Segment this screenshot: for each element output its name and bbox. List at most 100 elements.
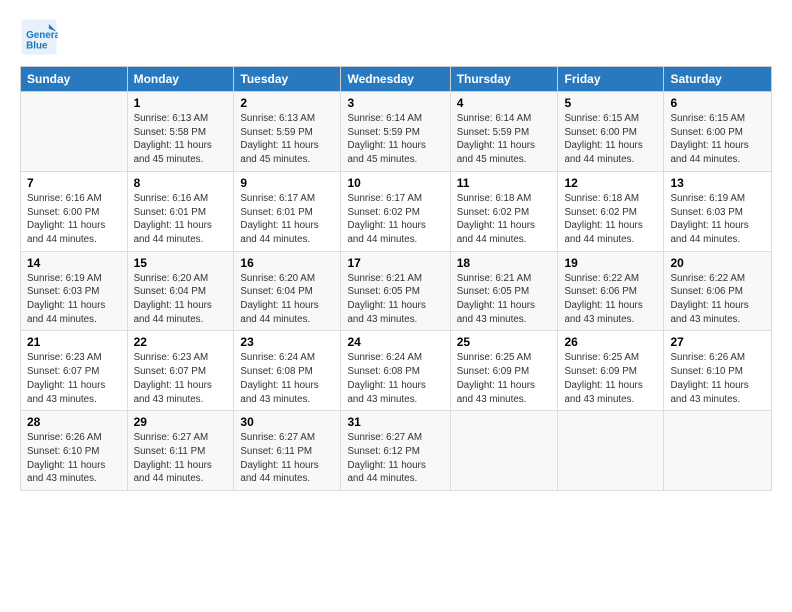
day-info: Sunrise: 6:20 AM Sunset: 6:04 PM Dayligh… [134, 272, 228, 327]
svg-text:Blue: Blue [26, 40, 48, 51]
logo: General Blue [20, 18, 62, 56]
weekday-header-wednesday: Wednesday [341, 67, 450, 92]
day-number: 22 [134, 335, 228, 349]
day-info: Sunrise: 6:16 AM Sunset: 6:00 PM Dayligh… [27, 192, 121, 247]
day-number: 23 [240, 335, 334, 349]
weekday-header-monday: Monday [127, 67, 234, 92]
calendar-cell: 15Sunrise: 6:20 AM Sunset: 6:04 PM Dayli… [127, 251, 234, 331]
day-info: Sunrise: 6:15 AM Sunset: 6:00 PM Dayligh… [670, 112, 765, 167]
week-row-1: 1 Sunrise: 6:13 AM Sunset: 5:58 PM Daylig… [21, 92, 772, 172]
day-info: Sunrise: 6:27 AM Sunset: 6:12 PM Dayligh… [347, 431, 443, 486]
day-number: 5 [564, 96, 657, 110]
day-info: Sunrise: 6:17 AM Sunset: 6:02 PM Dayligh… [347, 192, 443, 247]
day-info: Sunrise: 6:19 AM Sunset: 6:03 PM Dayligh… [670, 192, 765, 247]
calendar-cell [558, 411, 664, 491]
day-number: 26 [564, 335, 657, 349]
calendar-cell: 12 Sunrise: 6:18 AM Sunset: 6:02 PM Dayli… [558, 171, 664, 251]
day-number: 13 [670, 176, 765, 190]
day-info: Sunrise: 6:19 AM Sunset: 6:03 PM Dayligh… [27, 272, 121, 327]
day-number: 29 [134, 415, 228, 429]
day-info: Sunrise: 6:25 AM Sunset: 6:09 PM Dayligh… [564, 351, 657, 406]
day-info: Sunrise: 6:26 AM Sunset: 6:10 PM Dayligh… [670, 351, 765, 406]
calendar-cell: 17Sunrise: 6:21 AM Sunset: 6:05 PM Dayli… [341, 251, 450, 331]
calendar-cell: 8 Sunrise: 6:16 AM Sunset: 6:01 PM Daylig… [127, 171, 234, 251]
day-info: Sunrise: 6:20 AM Sunset: 6:04 PM Dayligh… [240, 272, 334, 327]
calendar-cell [664, 411, 772, 491]
calendar-cell: 16 Sunrise: 6:20 AM Sunset: 6:04 PM Dayli… [234, 251, 341, 331]
calendar-cell: 28Sunrise: 6:26 AM Sunset: 6:10 PM Dayli… [21, 411, 128, 491]
calendar-cell: 29 Sunrise: 6:27 AM Sunset: 6:11 PM Dayli… [127, 411, 234, 491]
calendar-cell: 13 Sunrise: 6:19 AM Sunset: 6:03 PM Dayli… [664, 171, 772, 251]
week-row-3: 14 Sunrise: 6:19 AM Sunset: 6:03 PM Dayli… [21, 251, 772, 331]
page-header: General Blue [20, 18, 772, 56]
calendar-table: SundayMondayTuesdayWednesdayThursdayFrid… [20, 66, 772, 491]
day-number: 31 [347, 415, 443, 429]
calendar-cell: 31 Sunrise: 6:27 AM Sunset: 6:12 PM Dayli… [341, 411, 450, 491]
day-number: 9 [240, 176, 334, 190]
calendar-cell: 26 Sunrise: 6:25 AM Sunset: 6:09 PM Dayli… [558, 331, 664, 411]
day-info: Sunrise: 6:21 AM Sunset: 6:05 PM Dayligh… [457, 272, 552, 327]
day-info: Sunrise: 6:23 AM Sunset: 6:07 PM Dayligh… [134, 351, 228, 406]
calendar-cell: 9 Sunrise: 6:17 AM Sunset: 6:01 PM Daylig… [234, 171, 341, 251]
day-number: 8 [134, 176, 228, 190]
day-info: Sunrise: 6:23 AM Sunset: 6:07 PM Dayligh… [27, 351, 121, 406]
day-number: 27 [670, 335, 765, 349]
calendar-cell: 14 Sunrise: 6:19 AM Sunset: 6:03 PM Dayli… [21, 251, 128, 331]
day-number: 3 [347, 96, 443, 110]
day-info: Sunrise: 6:14 AM Sunset: 5:59 PM Dayligh… [347, 112, 443, 167]
day-info: Sunrise: 6:22 AM Sunset: 6:06 PM Dayligh… [670, 272, 765, 327]
svg-text:General: General [26, 30, 58, 41]
day-info: Sunrise: 6:21 AM Sunset: 6:05 PM Dayligh… [347, 272, 443, 327]
calendar-cell: 2Sunrise: 6:13 AM Sunset: 5:59 PM Daylig… [234, 92, 341, 172]
day-info: Sunrise: 6:25 AM Sunset: 6:09 PM Dayligh… [457, 351, 552, 406]
calendar-cell: 4 Sunrise: 6:14 AM Sunset: 5:59 PM Daylig… [450, 92, 558, 172]
calendar-cell: 22 Sunrise: 6:23 AM Sunset: 6:07 PM Dayli… [127, 331, 234, 411]
calendar-cell: 25Sunrise: 6:25 AM Sunset: 6:09 PM Dayli… [450, 331, 558, 411]
calendar-cell [450, 411, 558, 491]
calendar-cell: 24 Sunrise: 6:24 AM Sunset: 6:08 PM Dayli… [341, 331, 450, 411]
day-number: 4 [457, 96, 552, 110]
day-number: 1 [134, 96, 228, 110]
day-info: Sunrise: 6:13 AM Sunset: 5:58 PM Dayligh… [134, 112, 228, 167]
day-info: Sunrise: 6:24 AM Sunset: 6:08 PM Dayligh… [347, 351, 443, 406]
week-row-2: 7Sunrise: 6:16 AM Sunset: 6:00 PM Daylig… [21, 171, 772, 251]
calendar-cell: 30 Sunrise: 6:27 AM Sunset: 6:11 PM Dayli… [234, 411, 341, 491]
weekday-header-thursday: Thursday [450, 67, 558, 92]
calendar-cell: 23 Sunrise: 6:24 AM Sunset: 6:08 PM Dayli… [234, 331, 341, 411]
calendar-cell: 11 Sunrise: 6:18 AM Sunset: 6:02 PM Dayli… [450, 171, 558, 251]
weekday-header-sunday: Sunday [21, 67, 128, 92]
logo-icon: General Blue [20, 18, 58, 56]
week-row-5: 28Sunrise: 6:26 AM Sunset: 6:10 PM Dayli… [21, 411, 772, 491]
day-info: Sunrise: 6:16 AM Sunset: 6:01 PM Dayligh… [134, 192, 228, 247]
day-info: Sunrise: 6:14 AM Sunset: 5:59 PM Dayligh… [457, 112, 552, 167]
day-number: 10 [347, 176, 443, 190]
day-number: 12 [564, 176, 657, 190]
day-number: 18 [457, 256, 552, 270]
weekday-header-tuesday: Tuesday [234, 67, 341, 92]
weekday-header-saturday: Saturday [664, 67, 772, 92]
calendar-cell: 5 Sunrise: 6:15 AM Sunset: 6:00 PM Daylig… [558, 92, 664, 172]
day-info: Sunrise: 6:18 AM Sunset: 6:02 PM Dayligh… [457, 192, 552, 247]
day-number: 30 [240, 415, 334, 429]
week-row-4: 21 Sunrise: 6:23 AM Sunset: 6:07 PM Dayli… [21, 331, 772, 411]
page-container: General Blue SundayMondayTuesdayWednesda… [0, 0, 792, 501]
day-info: Sunrise: 6:15 AM Sunset: 6:00 PM Dayligh… [564, 112, 657, 167]
day-info: Sunrise: 6:17 AM Sunset: 6:01 PM Dayligh… [240, 192, 334, 247]
day-number: 16 [240, 256, 334, 270]
calendar-cell: 21 Sunrise: 6:23 AM Sunset: 6:07 PM Dayli… [21, 331, 128, 411]
calendar-cell: 7Sunrise: 6:16 AM Sunset: 6:00 PM Daylig… [21, 171, 128, 251]
calendar-cell: 1 Sunrise: 6:13 AM Sunset: 5:58 PM Daylig… [127, 92, 234, 172]
day-info: Sunrise: 6:22 AM Sunset: 6:06 PM Dayligh… [564, 272, 657, 327]
day-info: Sunrise: 6:18 AM Sunset: 6:02 PM Dayligh… [564, 192, 657, 247]
day-info: Sunrise: 6:27 AM Sunset: 6:11 PM Dayligh… [240, 431, 334, 486]
day-info: Sunrise: 6:27 AM Sunset: 6:11 PM Dayligh… [134, 431, 228, 486]
day-number: 14 [27, 256, 121, 270]
day-number: 2 [240, 96, 334, 110]
day-info: Sunrise: 6:24 AM Sunset: 6:08 PM Dayligh… [240, 351, 334, 406]
calendar-cell [21, 92, 128, 172]
calendar-cell: 6Sunrise: 6:15 AM Sunset: 6:00 PM Daylig… [664, 92, 772, 172]
day-number: 21 [27, 335, 121, 349]
day-number: 19 [564, 256, 657, 270]
day-number: 11 [457, 176, 552, 190]
day-number: 24 [347, 335, 443, 349]
